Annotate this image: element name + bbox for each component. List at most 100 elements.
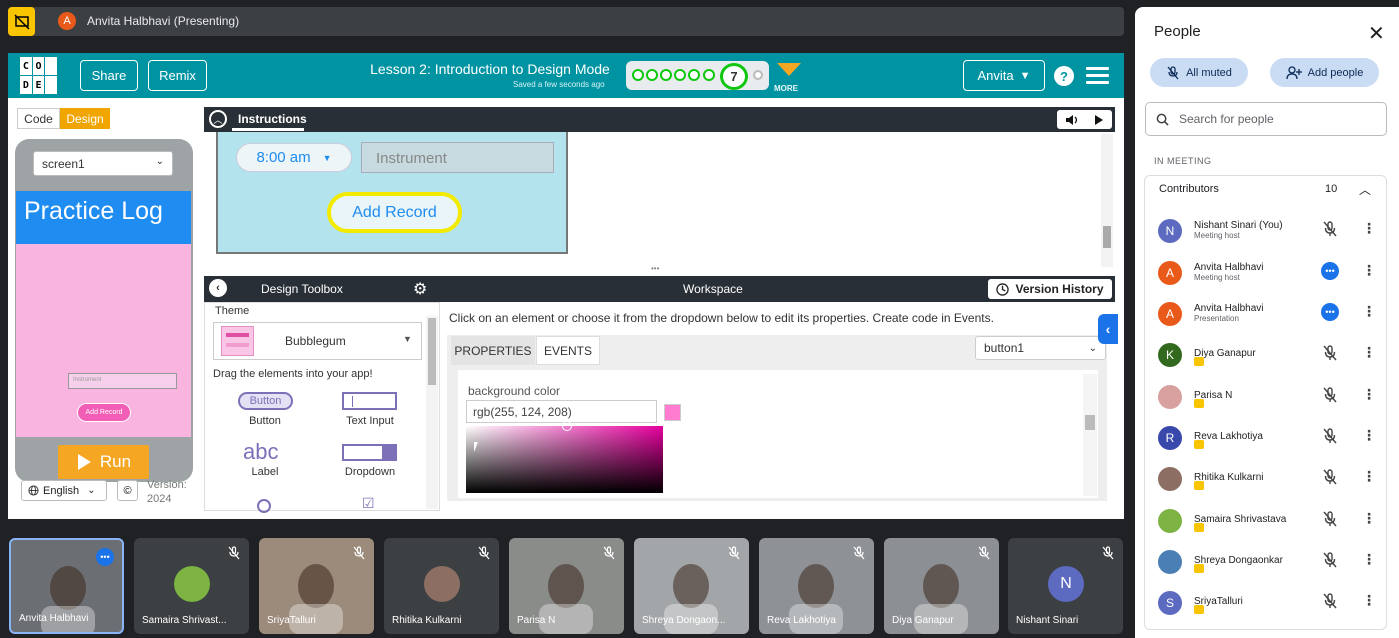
progress-bubble[interactable] bbox=[674, 69, 686, 81]
properties-scrollbar[interactable] bbox=[1083, 374, 1097, 496]
user-menu-button[interactable]: Anvita ▼ bbox=[963, 60, 1045, 91]
participant-row[interactable]: A Anvita Halbhavi Meeting host ••• ⋮ bbox=[1146, 252, 1386, 292]
play-icon[interactable] bbox=[1094, 114, 1104, 126]
instructions-scroll-thumb[interactable] bbox=[1103, 226, 1111, 248]
back-arrow-icon[interactable]: ‹ bbox=[209, 279, 227, 297]
people-search-input[interactable]: Search for people bbox=[1145, 102, 1387, 136]
progress-bubble[interactable] bbox=[632, 69, 644, 81]
mic-off-icon[interactable] bbox=[1321, 344, 1339, 362]
speaker-icon[interactable] bbox=[1065, 114, 1079, 126]
participant-tile[interactable]: Reva Lakhotiya bbox=[759, 538, 874, 634]
mic-off-icon[interactable] bbox=[1321, 510, 1339, 528]
more-options-icon[interactable]: ⋮ bbox=[1362, 510, 1376, 527]
help-icon[interactable]: ? bbox=[1054, 66, 1074, 86]
participant-row[interactable]: N Nishant Sinari (You) Meeting host ⋮ bbox=[1146, 210, 1386, 250]
chevron-up-icon[interactable]: ︿ bbox=[1359, 181, 1371, 198]
preview-add-record-button[interactable]: Add Record bbox=[77, 403, 131, 422]
more-options-icon[interactable]: ⋮ bbox=[1362, 427, 1376, 444]
participant-row[interactable]: Parisa N ⋮ bbox=[1146, 376, 1386, 416]
participant-tile[interactable]: Shreya Dongaon... bbox=[634, 538, 749, 634]
label-tool-preview[interactable]: abc bbox=[243, 439, 278, 465]
collapse-panel-icon[interactable]: ‹ bbox=[1098, 314, 1118, 344]
mic-off-icon[interactable] bbox=[1321, 551, 1339, 569]
participant-row[interactable]: Samaira Shrivastava ⋮ bbox=[1146, 500, 1386, 540]
participant-tile[interactable]: Rhitika Kulkarni bbox=[384, 538, 499, 634]
share-button[interactable]: Share bbox=[80, 60, 138, 91]
code-mode-toggle[interactable]: Code bbox=[17, 108, 60, 129]
progress-bubble[interactable] bbox=[646, 69, 658, 81]
collapse-instructions-icon[interactable]: ︿ bbox=[209, 110, 227, 128]
more-arrow-icon[interactable] bbox=[777, 63, 801, 76]
text-input-tool-label[interactable]: Text Input bbox=[334, 415, 406, 427]
run-button[interactable]: Run bbox=[58, 445, 149, 479]
participant-row[interactable]: K Diya Ganapur ⋮ bbox=[1146, 334, 1386, 374]
audio-controls[interactable] bbox=[1057, 110, 1112, 129]
hamburger-menu-icon[interactable] bbox=[1086, 67, 1109, 85]
progress-bubble[interactable] bbox=[753, 70, 763, 80]
app-preview-title[interactable]: Practice Log bbox=[16, 191, 191, 244]
participant-row[interactable]: R Reva Lakhotiya ⋮ bbox=[1146, 417, 1386, 457]
version-history-button[interactable]: Version History bbox=[988, 279, 1112, 299]
button-tool-preview[interactable]: Button bbox=[238, 392, 293, 410]
label-tool-label[interactable]: Label bbox=[230, 466, 300, 478]
gear-icon[interactable]: ⚙ bbox=[413, 279, 427, 299]
design-mode-toggle[interactable]: Design bbox=[60, 108, 110, 129]
participant-tile[interactable]: N Nishant Sinari bbox=[1008, 538, 1123, 634]
progress-bubble[interactable] bbox=[660, 69, 672, 81]
color-swatch[interactable] bbox=[664, 404, 681, 421]
mic-off-icon[interactable] bbox=[1321, 592, 1339, 610]
all-muted-button[interactable]: All muted bbox=[1150, 58, 1248, 87]
participant-tile[interactable]: Diya Ganapur bbox=[884, 538, 999, 634]
progress-bubble[interactable] bbox=[688, 69, 700, 81]
participant-row[interactable]: Rhitika Kulkarni ⋮ bbox=[1146, 458, 1386, 498]
more-label[interactable]: MORE bbox=[774, 84, 798, 93]
toolbox-scroll-thumb[interactable] bbox=[428, 318, 436, 385]
more-options-icon[interactable]: ⋮ bbox=[1362, 468, 1376, 485]
preview-instrument-input[interactable]: Instrument bbox=[68, 373, 177, 389]
code-org-logo[interactable]: C O D E bbox=[20, 57, 57, 94]
contributors-label[interactable]: Contributors bbox=[1159, 183, 1219, 195]
copyright-icon[interactable]: © bbox=[117, 480, 138, 501]
more-options-icon[interactable]: ⋮ bbox=[1362, 386, 1376, 403]
more-options-icon[interactable]: ⋮ bbox=[1362, 592, 1376, 609]
participant-row[interactable]: S SriyaTalluri ⋮ bbox=[1146, 582, 1386, 622]
participant-tile[interactable]: Samaira Shrivast... bbox=[134, 538, 249, 634]
current-level-bubble[interactable]: 7 bbox=[720, 63, 748, 90]
checkbox-tool-icon[interactable]: ☑ bbox=[362, 496, 377, 510]
language-select[interactable]: English ⌄ bbox=[21, 480, 107, 501]
more-options-icon[interactable]: ⋮ bbox=[1362, 344, 1376, 361]
color-picker[interactable] bbox=[466, 426, 663, 493]
example-time-value: 8:00 am bbox=[256, 149, 311, 166]
dropdown-tool-icon[interactable] bbox=[342, 444, 397, 461]
more-options-icon[interactable]: ⋮ bbox=[1362, 551, 1376, 568]
mic-off-icon[interactable] bbox=[1321, 427, 1339, 445]
participant-row[interactable]: Shreya Dongaonkar ⋮ bbox=[1146, 541, 1386, 581]
element-select[interactable]: button1 ⌄ bbox=[975, 336, 1106, 360]
more-options-icon[interactable]: ⋮ bbox=[1362, 220, 1376, 237]
participant-tile[interactable]: ••• Anvita Halbhavi bbox=[9, 538, 124, 634]
more-options-icon[interactable]: ⋮ bbox=[1362, 303, 1376, 320]
background-color-input[interactable]: rgb(255, 124, 208) bbox=[466, 400, 657, 423]
stop-presenting-icon[interactable] bbox=[8, 7, 35, 36]
mic-off-icon[interactable] bbox=[1321, 386, 1339, 404]
progress-bubble[interactable] bbox=[703, 69, 715, 81]
dropdown-tool-label[interactable]: Dropdown bbox=[334, 466, 406, 478]
participant-tile[interactable]: Parisa N bbox=[509, 538, 624, 634]
add-people-button[interactable]: Add people bbox=[1270, 58, 1379, 87]
close-icon[interactable]: ✕ bbox=[1368, 21, 1385, 46]
screen-select[interactable]: screen1 ⌄ bbox=[33, 151, 173, 176]
more-options-icon[interactable]: ⋮ bbox=[1362, 262, 1376, 279]
remix-button[interactable]: Remix bbox=[148, 60, 207, 91]
button-tool-label[interactable]: Button bbox=[230, 415, 300, 427]
participant-tile[interactable]: SriyaTalluri bbox=[259, 538, 374, 634]
radio-button-tool-icon[interactable] bbox=[257, 499, 271, 513]
mic-off-icon[interactable] bbox=[1321, 468, 1339, 486]
mic-off-icon[interactable] bbox=[1321, 220, 1339, 238]
resize-handle[interactable]: ••• bbox=[651, 265, 667, 273]
properties-scroll-thumb[interactable] bbox=[1085, 415, 1095, 430]
tab-events[interactable]: EVENTS bbox=[536, 336, 600, 365]
participant-row[interactable]: A Anvita Halbhavi Presentation ••• ⋮ bbox=[1146, 293, 1386, 333]
color-picker-handle[interactable] bbox=[562, 421, 572, 431]
text-input-tool-icon[interactable] bbox=[342, 392, 397, 410]
tab-properties[interactable]: PROPERTIES bbox=[451, 336, 535, 365]
